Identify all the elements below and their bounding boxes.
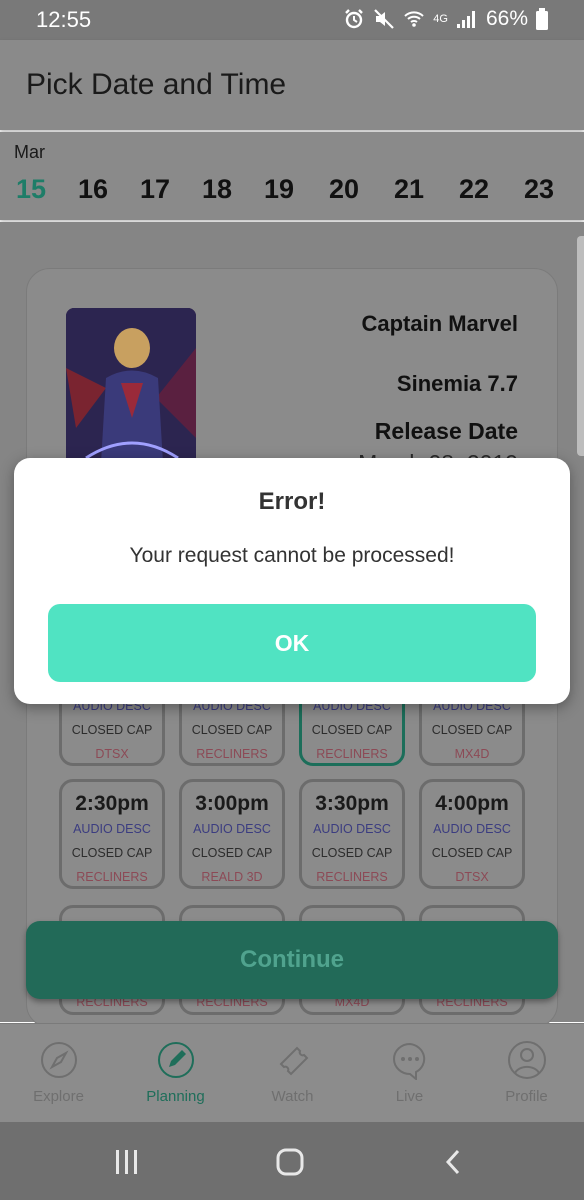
movie-title: Captain Marvel (361, 311, 519, 336)
showtime-format-tag: RECLINERS (76, 870, 148, 884)
system-nav-bar (0, 1122, 584, 1200)
showtime-audio-desc: AUDIO DESC (193, 822, 271, 836)
showtime-format-tag: MX4D (454, 747, 490, 761)
showtime-time: 4:00pm (435, 792, 509, 815)
nav-item-planning[interactable]: Planning (117, 1024, 234, 1123)
showtime-format-tag: RECLINERS (316, 870, 388, 884)
showtime-closed-cap: CLOSED CAP (191, 723, 273, 737)
date-item-18[interactable]: 18 (191, 174, 243, 205)
nav-label: Watch (271, 1088, 314, 1105)
nav-label: Planning (146, 1088, 205, 1105)
nav-label: Live (395, 1088, 424, 1105)
showtime-time: 3:00pm (195, 792, 269, 815)
showtime-slot[interactable]: 4:00pm AUDIO DESC CLOSED CAP DTSX (419, 779, 525, 889)
nav-item-live[interactable]: Live (351, 1024, 468, 1123)
showtime-format-tag: DTSX (455, 870, 489, 884)
user-icon (507, 1040, 547, 1080)
showtime-audio-desc: AUDIO DESC (313, 822, 391, 836)
showtime-slot[interactable]: 2:30pm AUDIO DESC CLOSED CAP RECLINERS (59, 779, 165, 889)
showtime-format-tag: RECLINERS (316, 747, 388, 761)
date-item-23[interactable]: 23 (513, 174, 565, 205)
status-time: 12:55 (36, 7, 92, 32)
showtime-closed-cap: CLOSED CAP (431, 846, 513, 860)
battery-icon (536, 8, 548, 30)
chat-bubble-icon (390, 1040, 430, 1082)
home-icon[interactable] (270, 1146, 310, 1178)
movie-rating: Sinemia 7.7 (396, 371, 518, 396)
showtime-slot[interactable]: 3:30pm AUDIO DESC CLOSED CAP RECLINERS (299, 779, 405, 889)
showtime-time: 2:30pm (75, 792, 149, 815)
bottom-nav: Explore Planning Watch Live Profile (0, 1023, 584, 1122)
app-header: Pick Date and Time (0, 40, 584, 130)
month-label: Mar (14, 142, 45, 162)
status-icons: 4G 66% (343, 7, 548, 31)
battery-text: 66% (485, 7, 528, 30)
date-item-16[interactable]: 16 (67, 174, 119, 205)
date-strip: Mar 15 16 17 18 19 20 21 22 23 (0, 132, 584, 220)
nav-item-watch[interactable]: Watch (234, 1024, 351, 1123)
date-item-21[interactable]: 21 (383, 174, 435, 205)
showtime-audio-desc: AUDIO DESC (433, 822, 511, 836)
ticket-icon (273, 1040, 313, 1080)
nav-item-explore[interactable]: Explore (0, 1024, 117, 1123)
page-title: Pick Date and Time (26, 68, 287, 101)
showtime-slot[interactable]: 3:00pm AUDIO DESC CLOSED CAP REALD 3D (179, 779, 285, 889)
date-item-22[interactable]: 22 (448, 174, 500, 205)
date-list: 15 16 17 18 19 20 21 22 23 (0, 174, 584, 214)
wifi-icon (403, 8, 425, 30)
status-bar: 12:55 4G 66% (0, 0, 584, 40)
network-type: 4G (433, 13, 448, 25)
date-item-15[interactable]: 15 (5, 174, 57, 205)
dialog-message: Your request cannot be processed! (129, 544, 455, 567)
nav-label: Profile (505, 1088, 548, 1105)
showtime-closed-cap: CLOSED CAP (431, 723, 513, 737)
nav-item-profile[interactable]: Profile (468, 1024, 584, 1123)
showtime-time: 3:30pm (315, 792, 389, 815)
showtime-closed-cap: CLOSED CAP (71, 846, 153, 860)
date-item-17[interactable]: 17 (129, 174, 181, 205)
continue-button[interactable]: Continue (26, 921, 558, 999)
showtime-closed-cap: CLOSED CAP (311, 723, 393, 737)
showtime-closed-cap: CLOSED CAP (311, 846, 393, 860)
mute-icon (373, 8, 395, 30)
movie-poster (66, 308, 196, 480)
scrollbar[interactable] (577, 236, 584, 456)
error-dialog: Error! Your request cannot be processed!… (14, 458, 570, 704)
showtime-audio-desc: AUDIO DESC (73, 822, 151, 836)
ok-button[interactable]: OK (48, 604, 536, 682)
showtime-format-tag: DTSX (95, 747, 129, 761)
signal-icon (456, 9, 478, 29)
showtime-format-tag: RECLINERS (196, 747, 268, 761)
dialog-title: Error! (258, 488, 326, 515)
alarm-icon (343, 8, 365, 30)
compass-icon (39, 1040, 79, 1080)
nav-label: Explore (33, 1088, 84, 1105)
showtime-closed-cap: CLOSED CAP (191, 846, 273, 860)
showtime-format-tag: REALD 3D (201, 870, 263, 884)
pencil-icon (156, 1040, 196, 1080)
recent-apps-icon[interactable] (106, 1146, 146, 1178)
date-item-19[interactable]: 19 (253, 174, 305, 205)
back-icon[interactable] (434, 1146, 474, 1178)
date-item-20[interactable]: 20 (318, 174, 370, 205)
showtime-closed-cap: CLOSED CAP (71, 723, 153, 737)
release-date-label: Release Date (374, 418, 518, 444)
